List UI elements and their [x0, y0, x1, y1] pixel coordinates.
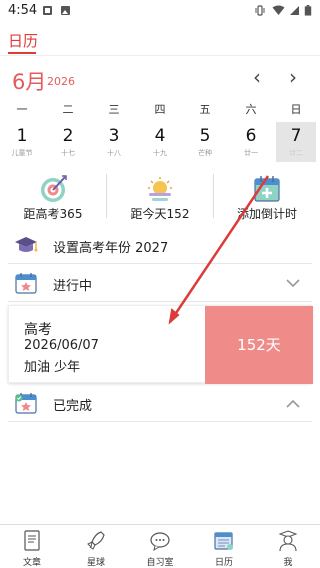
- weekday-label: 五: [199, 103, 211, 116]
- day-number: 7: [290, 126, 302, 146]
- countdown-title: 高考: [24, 322, 52, 338]
- weekday-label: 四: [154, 103, 166, 116]
- top-tab-bar: 日历: [0, 22, 320, 56]
- status-bar: 4:54: [0, 0, 320, 22]
- next-month-button[interactable]: ›: [281, 66, 305, 88]
- tab-calendar[interactable]: 日历: [8, 30, 38, 51]
- calendar-day[interactable]: 3 十八: [94, 122, 134, 162]
- day-lunar: 十八: [107, 149, 121, 157]
- month-label: 6月: [12, 70, 47, 94]
- calendar-day[interactable]: 6 廿一: [231, 122, 271, 162]
- chat-bubble-icon: [150, 532, 170, 552]
- battery-icon: [304, 5, 312, 16]
- day-lunar: 十七: [61, 149, 75, 157]
- weekday-label: 一: [16, 103, 28, 116]
- chevron-up-icon[interactable]: [286, 399, 300, 408]
- countdown-date: 2026/06/07: [24, 338, 99, 353]
- done-section-header[interactable]: 已完成: [8, 386, 312, 422]
- bottom-nav: 文章 星球 自习室 日历 我: [0, 524, 320, 568]
- calendar-star-icon: [15, 273, 37, 294]
- target-icon: [41, 175, 67, 202]
- day-lunar: 儿童节: [11, 149, 33, 157]
- gaokao-countdown-label: 距高考365: [23, 207, 83, 221]
- user-graduate-icon: [278, 530, 298, 552]
- notification-icon: [43, 6, 52, 15]
- sunrise-icon: [148, 177, 172, 201]
- day-number: 6: [245, 126, 257, 146]
- countdown-days-badge: 152天: [205, 306, 313, 384]
- weekday-label: 日: [290, 103, 302, 116]
- nav-planet[interactable]: 星球: [64, 525, 128, 568]
- day-number: 1: [16, 126, 28, 146]
- day-number: 3: [108, 126, 120, 146]
- weekday-label: 六: [245, 103, 257, 116]
- status-time: 4:54: [8, 3, 38, 18]
- prev-month-button[interactable]: ‹: [245, 66, 269, 88]
- year-label: 2026: [47, 75, 75, 88]
- today-countdown-item[interactable]: 距今天152: [107, 172, 213, 221]
- wifi-icon: [272, 5, 285, 15]
- calendar-day[interactable]: 1 儿童节: [2, 122, 42, 162]
- rocket-icon: [87, 531, 105, 550]
- nav-label: 我: [283, 558, 293, 568]
- calendar-day[interactable]: 4 十九: [140, 122, 180, 162]
- day-lunar: 芒种: [198, 149, 212, 157]
- calendar-day[interactable]: 2 十七: [48, 122, 88, 162]
- gaokao-countdown-item[interactable]: 距高考365: [0, 172, 106, 221]
- article-icon: [24, 530, 40, 551]
- add-countdown-item[interactable]: 添加倒计时: [214, 172, 320, 221]
- today-countdown-label: 距今天152: [130, 207, 190, 221]
- weekday-label: 二: [62, 103, 74, 116]
- set-gaokao-year-label: 设置高考年份 2027: [53, 241, 169, 256]
- nav-label: 星球: [86, 558, 105, 568]
- add-countdown-label: 添加倒计时: [236, 207, 297, 221]
- image-icon: [61, 6, 70, 15]
- nav-articles[interactable]: 文章: [0, 525, 64, 568]
- calendar-day[interactable]: 5 芒种: [185, 122, 225, 162]
- nav-me[interactable]: 我: [256, 525, 320, 568]
- in-progress-section-header[interactable]: 进行中: [8, 266, 312, 302]
- day-number: 4: [154, 126, 166, 146]
- weekday-label: 三: [108, 103, 120, 116]
- in-progress-label: 进行中: [53, 279, 93, 294]
- nav-label: 自习室: [146, 558, 174, 568]
- day-lunar: 廿二: [289, 149, 303, 157]
- calendar-day-selected[interactable]: 7 廿二: [276, 122, 316, 162]
- day-number: 2: [62, 126, 74, 146]
- graduation-cap-icon: [15, 237, 38, 252]
- done-label: 已完成: [53, 399, 93, 414]
- day-lunar: 十九: [153, 149, 167, 157]
- set-gaokao-year-row[interactable]: 设置高考年份 2027: [8, 228, 312, 264]
- tab-underline: [8, 52, 36, 54]
- calendar-icon: [214, 532, 233, 550]
- nav-study-room[interactable]: 自习室: [128, 525, 192, 568]
- vibrate-icon: [255, 5, 265, 16]
- countdown-card[interactable]: 高考 2026/06/07 加油 少年 152天: [8, 305, 313, 384]
- day-number: 5: [199, 126, 211, 146]
- nav-label: 日历: [214, 558, 233, 568]
- countdown-note: 加油 少年: [24, 360, 81, 375]
- day-lunar: 廿一: [244, 149, 258, 157]
- signal-icon: [290, 6, 299, 15]
- app-screen: 4:54 日历 6月 2026 ‹ › 一 二 三 四 五 六 日 1 儿童节 …: [0, 0, 320, 568]
- nav-calendar[interactable]: 日历: [192, 525, 256, 568]
- calendar-check-icon: [15, 393, 37, 414]
- chevron-down-icon[interactable]: [286, 279, 300, 288]
- calendar-add-icon: [254, 176, 280, 202]
- nav-label: 文章: [22, 558, 41, 568]
